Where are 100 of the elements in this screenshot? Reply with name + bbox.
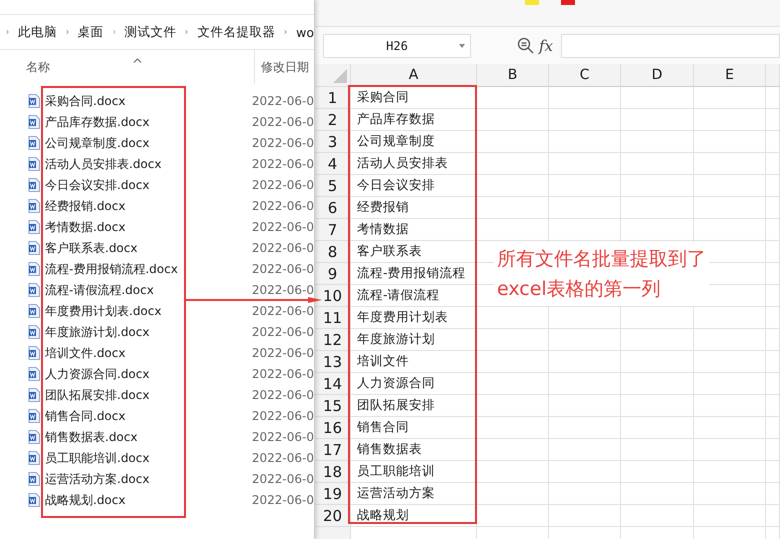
file-date: 2022-06-0 <box>252 198 314 212</box>
column-header[interactable]: C <box>549 64 621 87</box>
column-header[interactable]: A <box>351 64 477 87</box>
select-all-corner[interactable] <box>315 64 351 87</box>
row-header[interactable]: 8 <box>315 241 351 263</box>
breadcrumb-item[interactable]: 测试文件 <box>124 24 176 40</box>
file-date: 2022-06-0 <box>252 472 314 486</box>
table-cell <box>694 307 766 329</box>
row-header[interactable]: 15 <box>315 395 351 417</box>
column-header[interactable]: 修改日期 <box>254 50 309 84</box>
file-date: 2022-06-0 <box>252 430 314 444</box>
table-cell <box>477 417 549 439</box>
word-document-icon <box>28 366 40 380</box>
function-label[interactable]: fx <box>539 36 554 54</box>
breadcrumb-item[interactable]: 文件名提取器 <box>197 24 276 40</box>
table-cell <box>477 483 549 505</box>
table-cell <box>549 461 621 483</box>
zoom-icon[interactable] <box>517 37 534 54</box>
table-cell <box>694 131 766 153</box>
word-document-icon <box>28 430 40 444</box>
formula-field[interactable] <box>561 34 780 58</box>
table-cell <box>694 153 766 175</box>
row-header[interactable]: 9 <box>315 263 351 285</box>
file-name[interactable]: 流程-请假流程.docx <box>45 282 252 296</box>
table-cell <box>477 461 549 483</box>
word-document-icon <box>28 282 40 296</box>
file-name[interactable]: 采购合同.docx <box>45 94 252 108</box>
row-header[interactable]: 16 <box>315 417 351 439</box>
file-name[interactable]: 公司规章制度.docx <box>45 136 252 150</box>
column-header[interactable]: D <box>621 64 694 87</box>
table-cell <box>766 219 780 241</box>
row-header[interactable]: 20 <box>315 505 351 527</box>
file-date: 2022-06-0 <box>252 408 314 422</box>
row-header[interactable]: 2 <box>315 109 351 131</box>
table-cell <box>477 395 549 417</box>
column-header[interactable]: E <box>694 64 766 87</box>
file-name[interactable]: 战略规划.docx <box>45 492 252 506</box>
table-cell <box>477 175 549 197</box>
breadcrumb-item[interactable]: wo <box>296 24 314 40</box>
table-cell: 运营活动方案 <box>351 483 477 505</box>
breadcrumb-item[interactable]: 此电脑 <box>18 24 57 40</box>
file-name[interactable]: 销售合同.docx <box>45 408 252 422</box>
name-box[interactable]: H26 <box>323 34 471 58</box>
row-header[interactable]: 19 <box>315 483 351 505</box>
word-document-icon <box>28 114 40 128</box>
file-date: 2022-06-0 <box>252 304 314 318</box>
table-cell <box>694 373 766 395</box>
table-cell <box>694 329 766 351</box>
table-cell <box>549 153 621 175</box>
file-name[interactable]: 客户联系表.docx <box>45 240 252 254</box>
select-all-icon[interactable] <box>333 69 347 83</box>
row-header[interactable]: 14 <box>315 373 351 395</box>
breadcrumb-item[interactable]: 桌面 <box>78 24 104 40</box>
table-cell: 年度费用计划表 <box>351 307 477 329</box>
row-header[interactable]: 3 <box>315 131 351 153</box>
row-header[interactable]: 17 <box>315 439 351 461</box>
table-cell <box>766 351 780 373</box>
table-cell <box>549 175 621 197</box>
row-header[interactable]: 10 <box>315 285 351 307</box>
table-cell <box>766 153 780 175</box>
file-name[interactable]: 年度旅游计划.docx <box>45 324 252 338</box>
table-cell <box>477 439 549 461</box>
file-name[interactable]: 产品库存数据.docx <box>45 114 252 128</box>
table-cell: 产品库存数据 <box>351 109 477 131</box>
row-header[interactable]: 1 <box>315 87 351 109</box>
table-cell <box>694 461 766 483</box>
file-name[interactable]: 活动人员安排表.docx <box>45 156 252 170</box>
annotation-text: 所有文件名批量提取到了 excel表格的第一列 <box>494 242 709 306</box>
word-document-icon <box>28 94 40 108</box>
word-document-icon <box>28 324 40 338</box>
row-header[interactable]: 6 <box>315 197 351 219</box>
table-cell <box>549 373 621 395</box>
file-name[interactable]: 今日会议安排.docx <box>45 178 252 192</box>
file-name[interactable]: 培训文件.docx <box>45 346 252 360</box>
file-name[interactable]: 运营活动方案.docx <box>45 472 252 486</box>
table-cell: 年度旅游计划 <box>351 329 477 351</box>
table-cell: 考情数据 <box>351 219 477 241</box>
row-header[interactable]: 4 <box>315 153 351 175</box>
row-header[interactable]: 13 <box>315 351 351 373</box>
file-name[interactable]: 销售数据表.docx <box>45 430 252 444</box>
row-header[interactable]: 11 <box>315 307 351 329</box>
row-header[interactable]: 12 <box>315 329 351 351</box>
table-cell <box>477 505 549 527</box>
row-header[interactable]: 18 <box>315 461 351 483</box>
table-cell <box>477 307 549 329</box>
column-header[interactable]: 名称 <box>26 58 254 76</box>
chevron-icon <box>112 28 116 36</box>
table-cell <box>694 197 766 219</box>
file-name[interactable]: 年度费用计划表.docx <box>45 304 252 318</box>
file-name[interactable]: 经费报销.docx <box>45 198 252 212</box>
row-header[interactable]: 7 <box>315 219 351 241</box>
file-name[interactable]: 人力资源合同.docx <box>45 366 252 380</box>
table-cell <box>694 219 766 241</box>
file-name[interactable]: 员工职能培训.docx <box>45 450 252 464</box>
file-name[interactable]: 团队拓展安排.docx <box>45 388 252 402</box>
column-header[interactable]: B <box>477 64 549 87</box>
file-name[interactable]: 流程-费用报销流程.docx <box>45 262 252 276</box>
row-header[interactable]: 5 <box>315 175 351 197</box>
file-name[interactable]: 考情数据.docx <box>45 220 252 234</box>
column-header[interactable] <box>766 64 780 87</box>
